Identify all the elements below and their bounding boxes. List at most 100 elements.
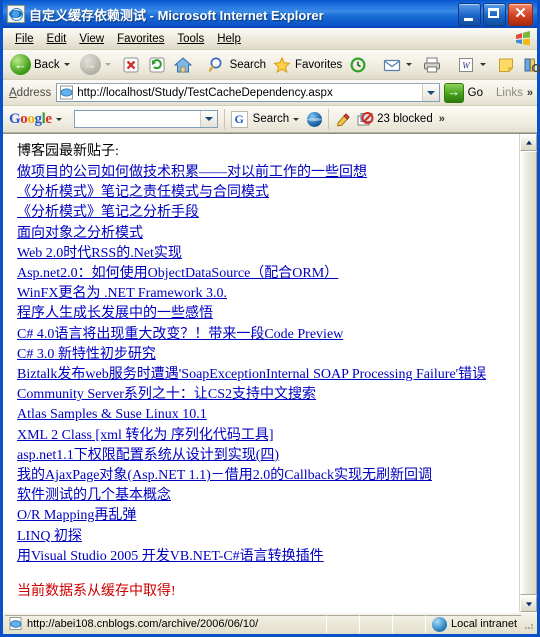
post-link[interactable]: WinFX更名为 .NET Framework 3.0. <box>17 286 227 301</box>
list-item: 程序人生成长发展中的一些感悟 <box>17 303 519 323</box>
vertical-scrollbar[interactable] <box>519 134 537 612</box>
post-link[interactable]: 我的AjaxPage对象(Asp.NET 1.1)－借用2.0的Callback… <box>17 468 432 483</box>
menu-item-tools-label: Tools <box>177 32 205 45</box>
mail-button[interactable] <box>379 53 419 77</box>
globe-icon[interactable] <box>307 111 323 127</box>
home-button[interactable] <box>170 53 196 77</box>
notes-icon <box>499 58 514 72</box>
status-pane-3 <box>391 614 425 633</box>
list-item: O/R Mapping再乱弹 <box>17 505 519 525</box>
google-search-input[interactable] <box>73 110 218 128</box>
close-button[interactable]: ✕ <box>508 2 533 26</box>
forward-button[interactable]: → <box>77 53 118 77</box>
post-link[interactable]: Web 2.0时代RSS的.Net实现 <box>17 246 182 261</box>
post-link[interactable]: 《分析模式》笔记之分析手段 <box>17 205 199 220</box>
post-link[interactable]: C# 3.0 新特性初步研究 <box>17 347 156 362</box>
post-link[interactable]: 《分析模式》笔记之责任模式与合同模式 <box>17 185 269 200</box>
list-item: WinFX更名为 .NET Framework 3.0. <box>17 283 519 303</box>
post-link[interactable]: 软件测试的几个基本概念 <box>17 488 171 503</box>
list-item: 用Visual Studio 2005 开发VB.NET-C#语言转换插件 <box>17 546 519 566</box>
status-url: http://abei108.cnblogs.com/archive/2006/… <box>27 618 259 630</box>
google-logo[interactable]: Google <box>9 111 52 128</box>
address-label: Address <box>9 86 52 99</box>
list-item: Asp.net2.0：如何使用ObjectDataSource（配合ORM） <box>17 263 519 283</box>
resize-grip[interactable] <box>521 617 535 631</box>
navigation-toolbar: ← Back → Search Favorites W <box>3 50 540 80</box>
menu-item-edit[interactable]: Edit <box>41 31 74 47</box>
window-controls: ✕ <box>458 2 535 26</box>
menu-item-view[interactable]: View <box>73 31 111 47</box>
google-search-button-label[interactable]: Search <box>253 113 289 125</box>
post-link[interactable]: Asp.net2.0：如何使用ObjectDataSource（配合ORM） <box>17 266 338 281</box>
address-value: http://localhost/Study/TestCacheDependen… <box>77 86 333 99</box>
post-link[interactable]: 做项目的公司如何做技术积累——对以前工作的一些回想 <box>17 165 367 180</box>
word-chevron-down-icon[interactable] <box>480 63 487 66</box>
post-link[interactable]: 用Visual Studio 2005 开发VB.NET-C#语言转换插件 <box>17 549 324 564</box>
address-dropdown-button[interactable] <box>421 84 439 101</box>
google-toolbar: Google G Search 23 blocked » <box>3 106 537 133</box>
list-item: 做项目的公司如何做技术积累——对以前工作的一些回想 <box>17 162 519 182</box>
research-button[interactable] <box>519 53 540 77</box>
list-item: C# 4.0语言将出现重大改变？！带来一段Code Preview <box>17 324 519 344</box>
post-link[interactable]: C# 4.0语言将出现重大改变？！带来一段Code Preview <box>17 327 343 342</box>
post-link[interactable]: asp.net1.1下权限配置系统从设计到实现(四) <box>17 448 279 463</box>
search-button[interactable]: Search <box>204 53 269 77</box>
status-url-pane: http://abei108.cnblogs.com/archive/2006/… <box>5 614 326 633</box>
refresh-button[interactable] <box>144 53 170 77</box>
post-link[interactable]: 面向对象之分析模式 <box>17 226 143 241</box>
page-title: 博客园最新贴子: <box>17 144 119 159</box>
menu-item-help[interactable]: Help <box>211 31 248 47</box>
list-item: Community Server系列之十：让CS2支持中文搜索 <box>17 384 519 404</box>
post-link[interactable]: O/R Mapping再乱弹 <box>17 508 136 523</box>
minimize-button[interactable] <box>458 2 481 26</box>
google-search-chevron-down-icon[interactable] <box>293 117 300 121</box>
address-label-rest: ddress <box>16 86 52 99</box>
post-link[interactable]: 程序人生成长发展中的一些感悟 <box>17 306 213 321</box>
menu-item-favorites[interactable]: Favorites <box>111 31 171 47</box>
scroll-track[interactable] <box>520 151 537 595</box>
maximize-button[interactable] <box>483 2 506 26</box>
page-document: 博客园最新贴子: 做项目的公司如何做技术积累——对以前工作的一些回想 《分析模式… <box>3 134 519 612</box>
menu-item-tools[interactable]: Tools <box>171 31 211 47</box>
links-button[interactable]: Links <box>496 87 523 99</box>
back-history-chevron-down-icon[interactable] <box>63 63 70 66</box>
post-link[interactable]: Biztalk发布web服务时遭遇'SoapExceptionInternal … <box>17 367 486 382</box>
address-input[interactable]: http://localhost/Study/TestCacheDependen… <box>56 83 440 102</box>
popup-blocked-icon[interactable] <box>357 111 374 127</box>
stop-button[interactable] <box>118 53 144 77</box>
list-item: Web 2.0时代RSS的.Net实现 <box>17 243 519 263</box>
go-button[interactable]: Go <box>440 82 488 103</box>
menu-item-file[interactable]: File <box>9 31 41 47</box>
address-overflow-button[interactable]: » <box>527 87 537 99</box>
list-item: Biztalk发布web服务时遭遇'SoapExceptionInternal … <box>17 364 519 384</box>
scroll-up-arrow-icon[interactable] <box>520 134 537 151</box>
scroll-down-arrow-icon[interactable] <box>520 595 537 612</box>
list-item: 《分析模式》笔记之责任模式与合同模式 <box>17 182 519 202</box>
mail-icon <box>384 59 401 71</box>
post-link[interactable]: LINQ 初探 <box>17 529 82 544</box>
list-item: C# 3.0 新特性初步研究 <box>17 344 519 364</box>
highlighter-icon[interactable] <box>335 112 351 127</box>
scroll-thumb[interactable] <box>520 151 537 595</box>
menu-item-edit-label: Edit <box>46 32 67 45</box>
printer-icon <box>424 57 441 72</box>
post-link[interactable]: XML 2 Class [xml 转化为 序列化代码工具] <box>17 428 274 443</box>
cache-status-message: 当前数据系从缓存中取得! <box>17 584 176 600</box>
google-toolbar-overflow-button[interactable]: » <box>439 113 451 125</box>
mail-chevron-down-icon[interactable] <box>406 63 413 66</box>
back-button[interactable]: ← Back <box>7 53 77 77</box>
favorites-button[interactable]: Favorites <box>269 53 345 77</box>
title-bar: 自定义缓存依赖测试 - Microsoft Internet Explorer … <box>3 0 537 28</box>
history-button[interactable] <box>345 53 371 77</box>
ie-page-icon <box>9 617 22 630</box>
post-link[interactable]: Atlas Samples & Suse Linux 10.1 <box>17 407 207 422</box>
notes-button[interactable] <box>493 53 519 77</box>
google-menu-chevron-down-icon[interactable] <box>55 117 62 121</box>
edit-with-word-button[interactable]: W <box>453 53 493 77</box>
google-search-dropdown-button[interactable] <box>199 111 217 127</box>
back-arrow-icon: ← <box>10 54 31 75</box>
list-item: 软件测试的几个基本概念 <box>17 485 519 505</box>
forward-history-chevron-down-icon[interactable] <box>104 63 111 66</box>
post-link[interactable]: Community Server系列之十：让CS2支持中文搜索 <box>17 387 316 402</box>
print-button[interactable] <box>419 53 445 77</box>
